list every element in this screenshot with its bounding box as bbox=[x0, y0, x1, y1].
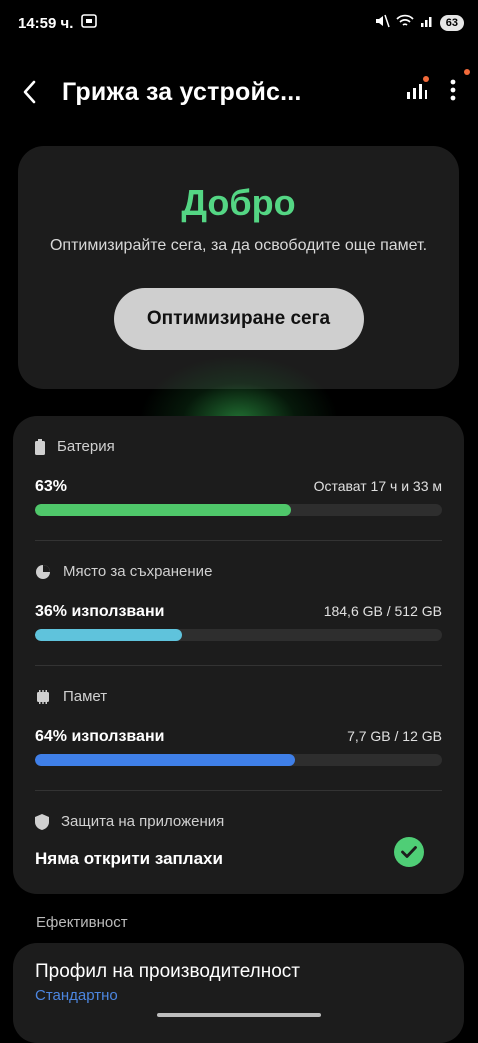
app-protection-header: Защита на приложения bbox=[35, 813, 224, 830]
notification-dot bbox=[464, 68, 470, 75]
bar-chart-icon bbox=[407, 83, 427, 99]
storage-progress-bar bbox=[35, 629, 442, 641]
storage-section[interactable]: Място за съхранение 36% използвани 184,6… bbox=[35, 540, 442, 665]
wifi-icon bbox=[396, 14, 414, 32]
battery-icon bbox=[35, 438, 45, 455]
header-actions bbox=[406, 68, 470, 106]
status-time: 14:59 ч. bbox=[18, 14, 74, 32]
more-vert-icon bbox=[450, 79, 456, 100]
chevron-left-icon bbox=[23, 80, 36, 104]
battery-progress-fill bbox=[35, 504, 292, 516]
battery-section[interactable]: Батерия 63% Остават 17 ч и 33 м bbox=[35, 416, 442, 540]
status-description: Оптимизирайте сега, за да освободите още… bbox=[49, 237, 428, 254]
memory-section[interactable]: Памет 64% използвани 7,7 GB / 12 GB bbox=[35, 665, 442, 790]
memory-header: Памет bbox=[35, 688, 107, 705]
pie-chart-icon bbox=[36, 564, 50, 579]
storage-percentage: 36% използвани bbox=[35, 603, 165, 620]
chip-icon bbox=[37, 689, 49, 704]
status-bar: 14:59 ч. 63 bbox=[0, 0, 478, 46]
performance-profile-value: Стандартно bbox=[35, 987, 118, 1004]
notification-dot bbox=[423, 75, 429, 82]
memory-progress-bar bbox=[35, 754, 442, 766]
app-protection-label: Защита на приложения bbox=[61, 813, 225, 830]
more-options-button[interactable] bbox=[450, 68, 470, 106]
memory-percentage: 64% използвани bbox=[35, 728, 165, 745]
performance-profile-item[interactable]: Профил на производителност Стандартно bbox=[13, 943, 464, 1043]
signal-icon bbox=[420, 14, 434, 32]
battery-header: Батерия bbox=[35, 438, 115, 455]
battery-remaining: Остават 17 ч и 33 м bbox=[313, 478, 442, 494]
performance-profile-title: Профил на производителност bbox=[35, 961, 300, 982]
storage-label: Място за съхранение bbox=[63, 563, 213, 580]
efficiency-section-label: Ефективност bbox=[36, 914, 128, 931]
memory-detail: 7,7 GB / 12 GB bbox=[347, 728, 442, 744]
back-button[interactable] bbox=[14, 74, 44, 110]
battery-percentage: 63% bbox=[35, 478, 68, 495]
mute-icon bbox=[374, 14, 390, 32]
battery-label: Батерия bbox=[57, 438, 115, 455]
home-indicator[interactable] bbox=[157, 1013, 321, 1017]
storage-detail: 184,6 GB / 512 GB bbox=[323, 603, 442, 619]
battery-indicator: 63 bbox=[439, 15, 464, 31]
screenshot-icon bbox=[81, 14, 98, 32]
device-status: Добро bbox=[181, 182, 296, 223]
storage-header: Място за съхранение bbox=[35, 563, 212, 580]
stats-button[interactable] bbox=[406, 75, 429, 105]
stats-card: Батерия 63% Остават 17 ч и 33 м Място за… bbox=[13, 416, 464, 894]
device-status-card: Добро Оптимизирайте сега, за да освободи… bbox=[18, 146, 459, 389]
app-protection-section[interactable]: Защита на приложения Няма открити заплах… bbox=[35, 790, 442, 895]
check-icon bbox=[394, 837, 424, 867]
memory-progress-fill bbox=[35, 754, 296, 766]
app-protection-status: Няма открити заплахи bbox=[35, 849, 223, 868]
status-left: 14:59 ч. bbox=[18, 14, 98, 32]
page-title: Грижа за устройс... bbox=[62, 77, 302, 106]
battery-progress-bar bbox=[35, 504, 442, 516]
storage-progress-fill bbox=[35, 629, 182, 641]
memory-label: Памет bbox=[63, 688, 108, 705]
app-header: Грижа за устройс... bbox=[0, 62, 478, 122]
shield-icon bbox=[35, 813, 49, 830]
optimize-now-button[interactable]: Оптимизиране сега bbox=[113, 288, 364, 350]
status-right: 63 bbox=[374, 14, 464, 32]
